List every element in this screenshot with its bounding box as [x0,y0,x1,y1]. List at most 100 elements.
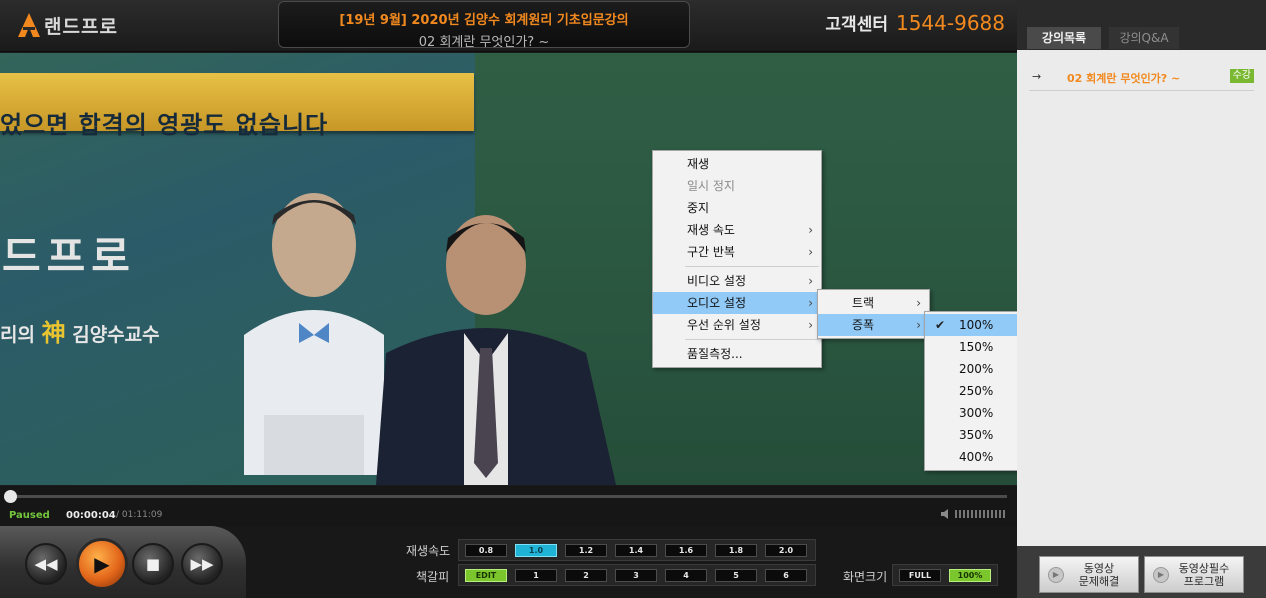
seek-handle[interactable] [4,490,17,503]
video-frame[interactable]: 었으면 합격의 영광도 없습니다 드프로 리의 神 김양수교수 [0,53,1017,485]
bookmark-label: 책갈피 [416,570,450,584]
bookmark-button-2[interactable]: 2 [565,568,607,582]
lecture-subtitle: 02 회계란 무엇인가? ~ [418,35,550,50]
checkmark-icon: ✔ [935,318,946,332]
customer-center-label: 고객센터 [825,15,888,35]
submenu-item-amplify[interactable]: 증폭 › [818,314,929,336]
bookmark-button-6[interactable]: 6 [765,568,807,582]
amplify-option-label: 250% [959,384,994,398]
presenter-figure [376,215,616,485]
video-professor-line: 리의 神 김양수교수 [0,313,160,348]
course-title: [19년 9월] 2020년 김양수 회계원리 기초입문강의 [339,13,629,28]
speed-label: 재생속도 [406,544,451,558]
total-time: / 01:11:09 [116,510,163,520]
speed-button-1.8[interactable]: 1.8 [715,543,757,557]
submenu-item-label: 트랙 [852,296,875,310]
menu-item-label: 재생 [687,157,710,171]
volume-slider[interactable] [955,510,1005,518]
video-prof-god: 神 [41,319,66,347]
screen-full-button[interactable]: FULL [899,568,941,582]
menu-item-label: 일시 정지 [687,179,735,193]
seek-track[interactable] [10,495,1007,498]
menu-item-label: 중지 [687,201,710,215]
menu-item-play[interactable]: 재생 [653,153,821,175]
menu-item-quality-measure[interactable]: 품질측정... [653,343,821,365]
bookmark-edit-button[interactable]: EDIT [465,568,507,582]
player-context-menu: 재생 일시 정지 중지 재생 속도 › 구간 반복 › 비디오 설정 › 오디오 설정… [652,150,822,368]
menu-item-video-settings[interactable]: 비디오 설정 › [653,270,821,292]
screen-100-button[interactable]: 100% [949,568,991,582]
poster-person-figure [244,193,384,475]
speed-button-1.2[interactable]: 1.2 [565,543,607,557]
speed-button-2.0[interactable]: 2.0 [765,543,807,557]
video-troubleshoot-button[interactable]: ▶ 동영상 문제해결 [1039,556,1139,593]
current-arrow-icon: → [1032,70,1042,83]
chevron-right-icon: › [916,296,921,310]
screen-size-button-group: FULL 100% [892,564,998,586]
lecture-list-item[interactable]: → 02 회계란 무엇인가? ~ 수강 [1029,66,1254,91]
sidebar-tabs: 강의목록 강의Q&A [1017,0,1266,50]
video-brand-text: 드프로 [2,232,136,281]
menu-item-audio-settings[interactable]: 오디오 설정 › [653,292,821,314]
play-circle-icon: ▶ [1153,566,1169,583]
header-bar: 랜드프로 [19년 9월] 2020년 김양수 회계원리 기초입문강의 02 회… [0,0,1017,52]
amplify-option-label: 200% [959,362,994,376]
bookmark-button-3[interactable]: 3 [615,568,657,582]
bookmark-button-4[interactable]: 4 [665,568,707,582]
fast-forward-icon: ▶▶ [190,555,214,573]
play-button[interactable]: ▶ [76,538,128,590]
menu-item-priority-settings[interactable]: 우선 순위 설정 › [653,314,821,336]
bookmark-button-5[interactable]: 5 [715,568,757,582]
chevron-right-icon: › [808,296,813,310]
chevron-right-icon: › [808,318,813,332]
menu-item-label: 비디오 설정 [687,274,747,288]
menu-item-section-repeat[interactable]: 구간 반복 › [653,241,821,263]
bookmark-button-group: EDIT 1 2 3 4 5 6 [458,564,816,586]
video-prof-prefix: 리의 [0,324,35,346]
chevron-right-icon: › [808,245,813,259]
submenu-item-track[interactable]: 트랙 › [818,292,929,314]
amplify-option-label: 150% [959,340,994,354]
video-prof-name: 김양수교수 [72,324,160,346]
menu-item-playback-speed[interactable]: 재생 속도 › [653,219,821,241]
seek-bar-area: Paused 00:00:04 / 01:11:09 [0,486,1017,526]
menu-item-label: 우선 순위 설정 [687,318,761,332]
required-program-button[interactable]: ▶ 동영상필수 프로그램 [1144,556,1244,593]
speed-button-0.8[interactable]: 0.8 [465,543,507,557]
amplify-option-label: 400% [959,450,994,464]
fast-forward-button[interactable]: ▶▶ [181,543,223,585]
lecture-title-box: [19년 9월] 2020년 김양수 회계원리 기초입문강의 02 회계란 무엇… [278,1,690,50]
menu-item-stop[interactable]: 중지 [653,197,821,219]
tab-lecture-qa[interactable]: 강의Q&A [1109,27,1179,49]
menu-item-label: 오디오 설정 [687,296,747,310]
speed-button-1.0[interactable]: 1.0 [515,543,557,557]
play-circle-icon: ▶ [1048,566,1064,583]
side-button-label: 동영상 문제해결 [1078,561,1120,588]
side-button-label: 동영상필수 프로그램 [1178,561,1230,588]
rewind-button[interactable]: ◀◀ [25,543,67,585]
bookmark-button-1[interactable]: 1 [515,568,557,582]
logo-text: 랜드프로 [44,15,118,38]
screen-size-label: 화면크기 [843,570,888,584]
amplify-option-label: 350% [959,428,994,442]
landpro-logo-icon [18,13,40,37]
current-time: 00:00:04 [66,510,116,521]
sidebar: 강의목록 강의Q&A → 02 회계란 무엇인가? ~ 수강 ▶ 동영상 문제해… [1017,0,1266,598]
speed-button-1.6[interactable]: 1.6 [665,543,707,557]
lecture-list: → 02 회계란 무엇인가? ~ 수강 [1017,50,1266,546]
chevron-right-icon: › [808,223,813,237]
menu-item-pause: 일시 정지 [653,175,821,197]
menu-separator [685,339,819,340]
amplify-option-label: 300% [959,406,994,420]
tab-lecture-list[interactable]: 강의목록 [1027,27,1101,49]
stop-button[interactable]: ■ [132,543,174,585]
menu-item-label: 구간 반복 [687,245,735,259]
chevron-right-icon: › [808,274,813,288]
speed-button-group: 0.8 1.0 1.2 1.4 1.6 1.8 2.0 [458,539,816,561]
customer-center-phone: 1544-9688 [895,11,1005,35]
stop-icon: ■ [145,555,161,573]
volume-icon[interactable] [940,508,952,520]
menu-item-label: 재생 속도 [687,223,735,237]
speed-button-1.4[interactable]: 1.4 [615,543,657,557]
logo[interactable]: 랜드프로 [18,10,118,40]
